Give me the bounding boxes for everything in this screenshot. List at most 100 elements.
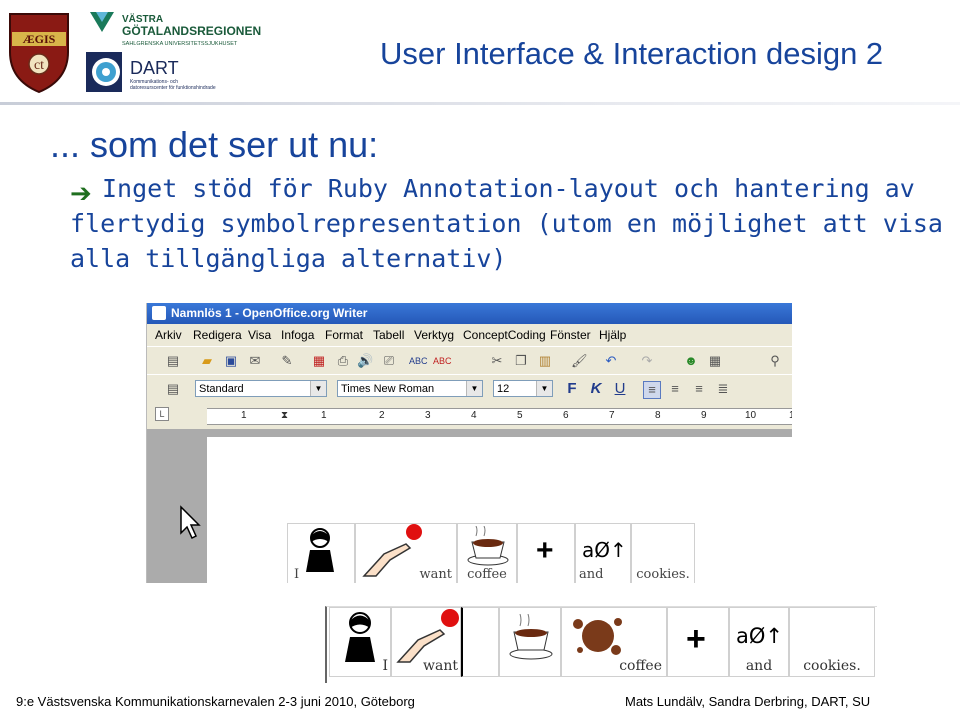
svg-text:SAHLGRENSKA UNIVERSITETSSJUKHU: SAHLGRENSKA UNIVERSITETSSJUKHUSET <box>122 41 238 47</box>
indent-marker-icon[interactable]: ⧗ <box>281 410 288 421</box>
standard-toolbar: ▤ ▰ ▣ ✉ ✎ ▦ ⎙ 🔊 ⎚ ABC ABC ✂ ❐ ▥ 🖌 ↶ ↷ ☻ … <box>147 346 792 375</box>
symbol-cell-plus[interactable]: + <box>517 523 575 583</box>
footer-event: 9:e Västsvenska Kommunikationskarnevalen… <box>16 694 415 709</box>
bullet-line-1: Inget stöd för Ruby Annotation-layout oc… <box>102 174 915 203</box>
edit-file-icon[interactable]: ✎ <box>279 353 295 369</box>
document-area[interactable]: I want coffee + aØ↑ and cookies. <box>147 429 792 583</box>
svg-text:GÖTALANDSREGIONEN: GÖTALANDSREGIONEN <box>122 23 261 38</box>
new-document-icon[interactable]: ▤ <box>165 353 181 369</box>
redo-icon[interactable]: ↷ <box>639 353 655 369</box>
and-symbol-icon: aØ↑ <box>582 538 627 562</box>
person-icon <box>345 612 375 662</box>
coffee-cup-icon <box>509 614 553 660</box>
footer-authors: Mats Lundälv, Sandra Derbring, DART, SU <box>625 694 871 709</box>
symbol-cell-cookies[interactable]: cookies. <box>631 523 695 583</box>
symbol-cell-plus[interactable]: + <box>667 607 729 677</box>
svg-text:datoresurscenter för funktions: datoresurscenter för funktionshindrade <box>130 85 216 91</box>
bullet-arrow-icon: ➔ <box>70 178 92 208</box>
conceptcoding-icon[interactable]: ☻ <box>683 353 699 369</box>
svg-text:ct: ct <box>34 58 44 73</box>
autospell-icon[interactable]: ABC <box>433 353 452 369</box>
align-right-icon[interactable]: ≡ <box>691 381 707 397</box>
dropdown-arrow-icon: ▼ <box>466 381 482 396</box>
shield-text: ÆGIS <box>23 32 56 46</box>
font-name-select[interactable]: Times New Roman ▼ <box>337 380 483 397</box>
symbol-strip: I want coffee + aØ↑ and cookies. <box>325 606 877 683</box>
formatting-toolbar: ▤ Standard ▼ Times New Roman ▼ 12 ▼ F K U ≡… <box>147 374 792 403</box>
paragraph-style-select[interactable]: Standard ▼ <box>195 380 327 397</box>
menu-tabell[interactable]: Tabell <box>373 328 404 342</box>
justify-icon[interactable]: ≣ <box>715 381 731 397</box>
menu-visa[interactable]: Visa <box>248 328 271 342</box>
window-title: Namnlös 1 - OpenOffice.org Writer <box>171 306 368 320</box>
slide-title: User Interface & Interaction design 2 <box>380 36 884 71</box>
print-preview-icon[interactable]: ⎚ <box>381 353 397 369</box>
menu-verktyg[interactable]: Verktyg <box>414 328 454 342</box>
menu-arkiv[interactable]: Arkiv <box>155 328 182 342</box>
speak-icon[interactable]: 🔊 <box>357 353 373 369</box>
reaching-hand-icon <box>396 609 459 663</box>
and-symbol-icon: aØ↑ <box>736 624 783 648</box>
dropdown-arrow-icon: ▼ <box>536 381 552 396</box>
svg-text:DART: DART <box>130 58 179 78</box>
menu-format[interactable]: Format <box>325 328 363 342</box>
horizontal-ruler[interactable]: L 1 ⧗ 1 2 3 4 5 6 7 8 9 10 11 <box>147 402 792 429</box>
dropdown-arrow-icon: ▼ <box>310 381 326 396</box>
menu-hjalp[interactable]: Hjälp <box>599 328 626 342</box>
symbol-cell-i[interactable]: I <box>329 607 391 677</box>
plus-icon: + <box>686 620 706 658</box>
plus-icon: + <box>536 534 554 567</box>
header-divider <box>0 102 960 105</box>
menu-bar: Arkiv Redigera Visa Infoga Format Tabell… <box>147 324 792 346</box>
export-pdf-icon[interactable]: ▦ <box>311 353 327 369</box>
copy-icon[interactable]: ❐ <box>513 353 529 369</box>
table-icon[interactable]: ▦ <box>707 353 723 369</box>
menu-conceptcoding[interactable]: ConceptCoding <box>463 328 546 342</box>
mouse-cursor-icon <box>180 505 201 540</box>
tab-stop-icon[interactable]: L <box>155 407 169 421</box>
ruler-strip: 1 ⧗ 1 2 3 4 5 6 7 8 9 10 11 <box>207 408 792 425</box>
find-binoculars-icon[interactable]: ⚲ <box>767 353 783 369</box>
slide-subtitle: ... som det ser ut nu: <box>50 124 379 165</box>
writer-app-icon <box>152 306 166 320</box>
undo-icon[interactable]: ↶ <box>603 353 619 369</box>
symbol-cell-coffee[interactable]: coffee <box>561 607 667 677</box>
email-icon[interactable]: ✉ <box>247 353 263 369</box>
menu-redigera[interactable]: Redigera <box>193 328 242 342</box>
document-page[interactable]: I want coffee + aØ↑ and cookies. <box>180 437 792 583</box>
paste-icon[interactable]: ▥ <box>537 353 553 369</box>
styles-icon[interactable]: ▤ <box>165 381 181 397</box>
symbol-cell-want[interactable]: want <box>391 607 461 677</box>
menu-infoga[interactable]: Infoga <box>281 328 314 342</box>
symbol-cell-coffee[interactable]: coffee <box>457 523 517 583</box>
symbol-cell-and[interactable]: aØ↑ and <box>729 607 789 677</box>
coffee-splash-icon <box>573 618 622 655</box>
symbol-cell-and[interactable]: aØ↑ and <box>575 523 631 583</box>
symbol-cell-gap[interactable] <box>461 607 499 677</box>
save-icon[interactable]: ▣ <box>223 353 239 369</box>
spellcheck-icon[interactable]: ABC <box>409 353 428 369</box>
align-left-icon[interactable]: ≡ <box>643 381 661 399</box>
symbol-cell-want[interactable]: want <box>355 523 457 583</box>
bullet-line-3: alla tillgängliga alternativ) <box>70 244 507 273</box>
align-center-icon[interactable]: ≡ <box>667 381 683 397</box>
open-folder-icon[interactable]: ▰ <box>199 353 215 369</box>
dart-logo: DART Kommunikations- och datoresurscente… <box>86 52 216 92</box>
window-titlebar[interactable]: Namnlös 1 - OpenOffice.org Writer <box>147 303 792 324</box>
print-icon[interactable]: ⎙ <box>335 353 351 369</box>
menu-fonster[interactable]: Fönster <box>550 328 591 342</box>
underline-button[interactable]: U <box>611 380 629 398</box>
person-icon <box>306 528 334 572</box>
symbol-cell-cookies[interactable]: cookies. <box>789 607 875 677</box>
symbol-cell-i[interactable]: I <box>287 523 355 583</box>
bullet-line-2: flertydig symbolrepresentation (utom en … <box>70 209 943 238</box>
reaching-hand-icon <box>362 524 422 577</box>
cut-icon[interactable]: ✂ <box>489 353 505 369</box>
format-paintbrush-icon[interactable]: 🖌 <box>571 353 588 369</box>
vgr-logo: VÄSTRA GÖTALANDSREGIONEN SAHLGRENSKA UNI… <box>90 12 261 47</box>
font-size-select[interactable]: 12 ▼ <box>493 380 553 397</box>
bold-button[interactable]: F <box>563 380 581 398</box>
coffee-cup-icon <box>467 526 509 566</box>
italic-button[interactable]: K <box>587 380 605 398</box>
symbol-cell-coffee-cup[interactable] <box>499 607 561 677</box>
